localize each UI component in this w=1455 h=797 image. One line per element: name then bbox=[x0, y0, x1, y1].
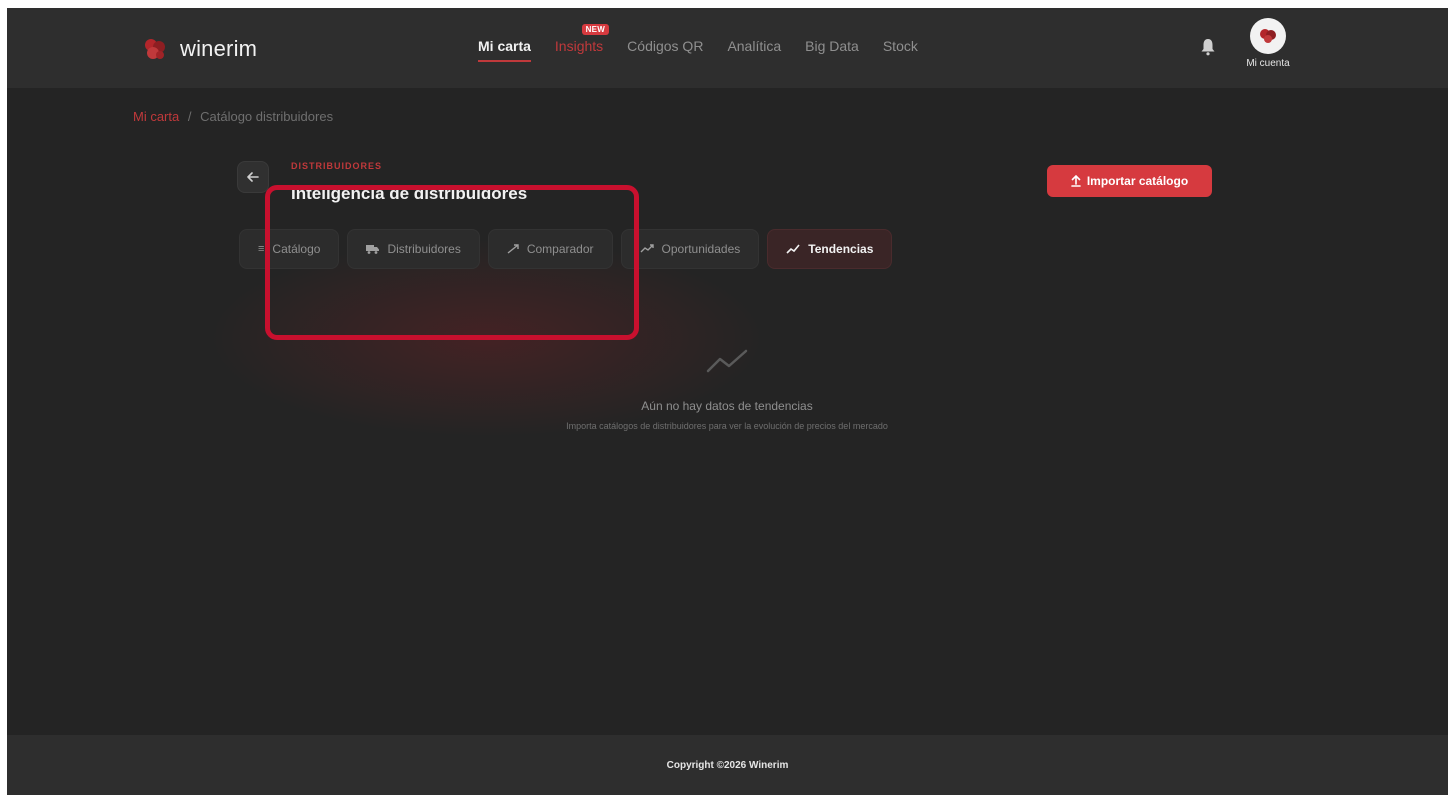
trend-up-icon bbox=[640, 244, 654, 253]
import-catalog-label: Importar catálogo bbox=[1086, 174, 1189, 188]
nav-item-label: Insights bbox=[554, 38, 604, 54]
tab-label: Tendencias bbox=[808, 242, 874, 256]
account-label: Mi cuenta bbox=[1246, 58, 1290, 69]
breadcrumb-current: Catálogo distribuidores bbox=[200, 109, 334, 124]
empty-state-title: Aún no hay datos de tendencias bbox=[641, 399, 813, 413]
brand-logo[interactable]: winerim bbox=[140, 34, 257, 64]
copyright-text: Copyright ©2026 Winerim bbox=[666, 759, 789, 771]
upload-icon bbox=[1071, 175, 1081, 187]
breadcrumb-home-link[interactable]: Mi carta bbox=[133, 109, 179, 124]
brand-name: winerim bbox=[180, 36, 258, 61]
trend-line-icon bbox=[786, 244, 800, 254]
tab-oportunidades[interactable]: Oportunidades bbox=[620, 229, 760, 269]
back-button[interactable] bbox=[237, 161, 269, 193]
section-tabs: ≡ Catálogo Distribuidores Comparador Opo… bbox=[239, 229, 893, 269]
breadcrumb-separator: / bbox=[187, 109, 192, 124]
new-badge: NEW bbox=[581, 24, 610, 35]
footer: Copyright ©2026 Winerim bbox=[7, 735, 1448, 795]
nav-item-insights[interactable]: Insights NEW bbox=[554, 24, 610, 54]
avatar bbox=[1250, 18, 1286, 54]
top-navigation-bar: winerim Mi carta Insights NEW Códigos QR… bbox=[7, 8, 1448, 88]
import-catalog-button[interactable]: Importar catálogo bbox=[1047, 165, 1212, 197]
nav-item-stock[interactable]: Stock bbox=[883, 38, 918, 54]
page-kicker: DISTRIBUIDORES bbox=[291, 161, 383, 171]
trend-icon bbox=[507, 244, 519, 254]
grape-logo-icon bbox=[145, 39, 165, 59]
trend-chart-icon bbox=[706, 349, 748, 373]
page-title: Inteligencia de distribuidores bbox=[291, 184, 528, 203]
account-menu[interactable]: Mi cuenta bbox=[1233, 18, 1303, 69]
tab-distribuidores[interactable]: Distribuidores bbox=[347, 229, 480, 269]
tab-tendencias[interactable]: Tendencias bbox=[767, 229, 893, 269]
nav-item-big-data[interactable]: Big Data bbox=[805, 38, 859, 54]
empty-state-subtitle: Importa catálogos de distribuidores para… bbox=[566, 421, 888, 431]
tab-catalogo[interactable]: ≡ Catálogo bbox=[239, 229, 340, 269]
nav-item-analitica[interactable]: Analítica bbox=[727, 38, 781, 54]
main-nav: Mi carta Insights NEW Códigos QR Analíti… bbox=[478, 24, 918, 62]
nav-item-codigos-qr[interactable]: Códigos QR bbox=[627, 38, 703, 54]
empty-state: Aún no hay datos de tendencias Importa c… bbox=[447, 348, 1007, 431]
tab-comparador[interactable]: Comparador bbox=[487, 229, 613, 269]
truck-icon bbox=[366, 245, 380, 254]
arrow-left-icon bbox=[247, 172, 259, 182]
notification-bell-icon[interactable] bbox=[1200, 38, 1216, 56]
list-icon: ≡ bbox=[258, 243, 265, 255]
app-window: winerim Mi carta Insights NEW Códigos QR… bbox=[7, 8, 1448, 795]
tab-label: Distribuidores bbox=[387, 242, 461, 256]
tab-label: Catálogo bbox=[272, 242, 321, 256]
tab-label: Oportunidades bbox=[661, 242, 741, 256]
breadcrumb: Mi carta / Catálogo distribuidores bbox=[133, 109, 333, 124]
nav-item-mi-carta[interactable]: Mi carta bbox=[478, 38, 531, 62]
grape-avatar-icon bbox=[1260, 29, 1276, 43]
tab-label: Comparador bbox=[526, 242, 594, 256]
